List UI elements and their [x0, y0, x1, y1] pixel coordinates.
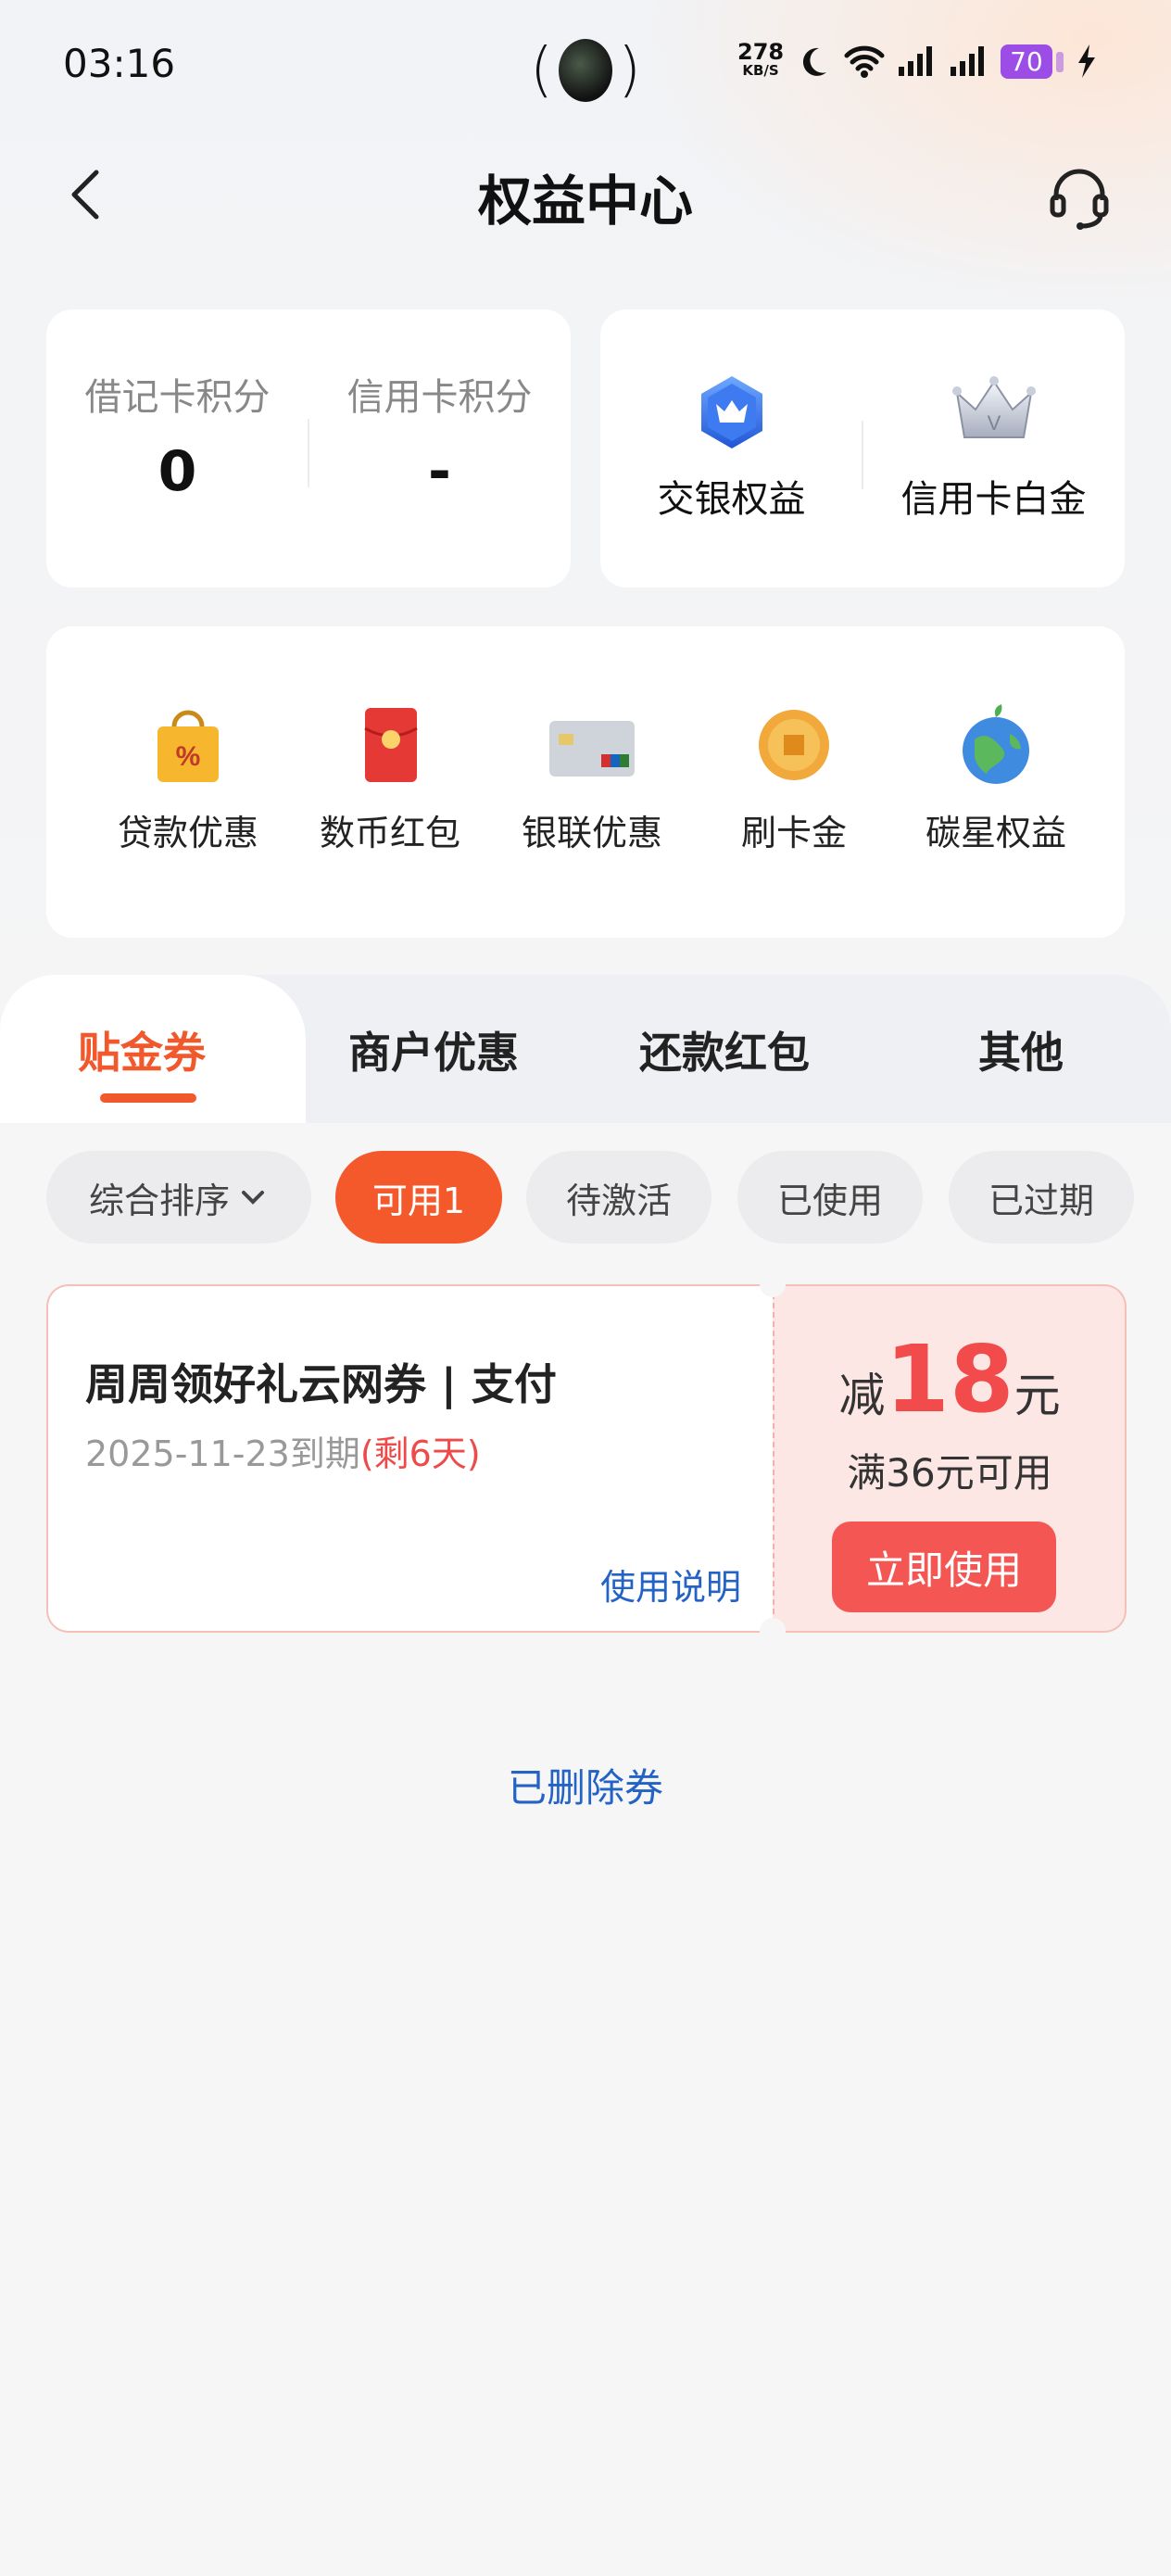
- chevron-down-icon: [242, 1191, 264, 1205]
- coupon-amount-prefix: 减: [838, 1369, 886, 1422]
- coupon-notch-bottom: [760, 1618, 786, 1644]
- coupon-title: 周周领好礼云网券 | 支付: [85, 1359, 557, 1409]
- quick-link-label: 碳星权益: [925, 813, 1066, 853]
- coupon-expiry-date: 2025-11-23到期: [85, 1433, 360, 1474]
- page-title: 权益中心: [477, 170, 693, 233]
- jiaoyin-rights[interactable]: 交银权益: [600, 373, 863, 523]
- paren-left-icon: (: [530, 36, 553, 105]
- use-now-button[interactable]: 立即使用: [832, 1522, 1056, 1612]
- quick-link-label: 贷款优惠: [117, 813, 258, 853]
- quick-link-digital-red-packet[interactable]: 数币红包: [288, 702, 492, 855]
- sort-label: 综合排序: [88, 1180, 230, 1221]
- debit-points-label: 借记卡积分: [84, 376, 271, 419]
- credit-platinum[interactable]: V 信用卡白金: [863, 373, 1125, 523]
- moon-icon: [803, 47, 827, 76]
- camera-avatar-icon: [558, 39, 613, 102]
- coupon-notch-top: [760, 1271, 786, 1297]
- credit-points-value: -: [428, 439, 451, 504]
- network-speed: 278 KB/S: [737, 41, 784, 80]
- coupon-card: 周周领好礼云网券 | 支付 2025-11-23到期(剩6天) 使用说明 减18…: [46, 1271, 1127, 1644]
- signal-icon-2: [951, 46, 985, 76]
- membership-card: 交银权益 V 信用卡白金: [600, 309, 1125, 587]
- tab-other[interactable]: 其他: [978, 1019, 1064, 1080]
- coupon-info: 周周领好礼云网券 | 支付 2025-11-23到期(剩6天) 使用说明: [46, 1284, 774, 1633]
- coupon-condition: 满36元可用: [847, 1450, 1052, 1496]
- battery-level: 70: [1001, 44, 1064, 79]
- tab-subsidy-coupon[interactable]: 贴金券: [78, 1019, 206, 1080]
- coupon-amount-unit: 元: [1014, 1369, 1061, 1422]
- usage-instructions-link[interactable]: 使用说明: [600, 1559, 741, 1610]
- signal-icon-1: [899, 46, 933, 76]
- jiaoyin-rights-label: 交银权益: [657, 478, 806, 521]
- filter-available[interactable]: 可用1: [335, 1151, 502, 1244]
- paren-right-icon: ): [618, 36, 641, 105]
- filter-pending-activation[interactable]: 待激活: [526, 1151, 711, 1244]
- credit-points[interactable]: 信用卡积分 -: [308, 367, 571, 504]
- tab-merchant-offers[interactable]: 商户优惠: [348, 1019, 519, 1080]
- coupon-amount: 减18元: [774, 1325, 1125, 1433]
- blue-crown-badge-icon: [700, 376, 762, 448]
- quick-link-label: 刷卡金: [740, 813, 847, 853]
- shopping-bag-percent-icon: %: [157, 710, 219, 782]
- camera-indicator: ( ): [530, 33, 641, 107]
- globe-icon: [963, 704, 1029, 784]
- customer-service-icon[interactable]: [1045, 163, 1114, 232]
- debit-points[interactable]: 借记卡积分 0: [46, 367, 308, 504]
- quick-link-carbon-star[interactable]: 碳星权益: [894, 702, 1098, 855]
- svg-text:V: V: [987, 411, 1001, 435]
- tab-underline: [100, 1093, 196, 1103]
- quick-link-label: 数币红包: [319, 813, 460, 853]
- coupon-value-panel: 减18元 满36元可用 立即使用: [773, 1284, 1127, 1633]
- gold-coin-icon: [759, 710, 829, 780]
- quick-link-swipe-gold[interactable]: 刷卡金: [692, 702, 896, 855]
- coupon-expiry: 2025-11-23到期(剩6天): [85, 1425, 481, 1476]
- sort-dropdown[interactable]: 综合排序: [46, 1151, 311, 1244]
- quick-links-card: % 贷款优惠 数币红包 银联优惠 刷卡金 碳星权益: [46, 626, 1125, 938]
- red-envelope-icon: [364, 708, 418, 782]
- quick-link-unionpay[interactable]: 银联优惠: [490, 702, 694, 855]
- silver-crown-icon: V: [951, 376, 1036, 438]
- filter-used[interactable]: 已使用: [737, 1151, 923, 1244]
- filter-expired[interactable]: 已过期: [949, 1151, 1134, 1244]
- credit-points-label: 信用卡积分: [346, 376, 533, 419]
- coupon-amount-value: 18: [885, 1325, 1014, 1433]
- tab-repayment-red-packet[interactable]: 还款红包: [639, 1019, 810, 1080]
- svg-text:%: %: [176, 741, 201, 772]
- coupon-days-remaining: (剩6天): [359, 1433, 481, 1474]
- status-icons: 278 KB/S 70: [737, 41, 1101, 80]
- network-speed-unit: KB/S: [742, 62, 779, 79]
- deleted-coupons-link[interactable]: 已删除券: [0, 1757, 1171, 1813]
- unionpay-card-icon: [549, 721, 635, 777]
- quick-link-label: 银联优惠: [521, 813, 662, 853]
- debit-points-value: 0: [157, 439, 197, 504]
- credit-platinum-label: 信用卡白金: [900, 478, 1087, 521]
- status-time: 03:16: [63, 41, 176, 86]
- points-card: 借记卡积分 0 信用卡积分 -: [46, 309, 571, 587]
- quick-link-loan[interactable]: % 贷款优惠: [86, 702, 290, 855]
- charging-icon: [1077, 44, 1095, 78]
- wifi-icon: [844, 45, 885, 78]
